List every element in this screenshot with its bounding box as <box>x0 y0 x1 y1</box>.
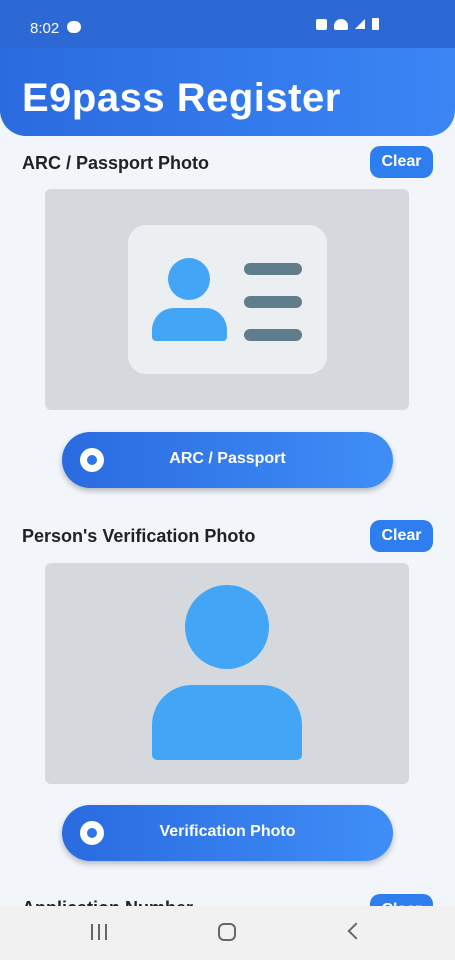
verification-section-title: Person's Verification Photo <box>22 526 256 546</box>
recent-apps-icon[interactable] <box>91 924 107 940</box>
arc-passport-section-title: ARC / Passport Photo <box>22 153 210 173</box>
system-navigation-bar <box>0 906 455 960</box>
page-title: E9pass Register <box>22 76 341 120</box>
card-line <box>244 263 302 275</box>
card-avatar-body <box>152 308 227 341</box>
status-bar: 8:02 <box>0 0 455 48</box>
card-avatar-head <box>168 258 210 300</box>
person-icon-head <box>185 585 269 669</box>
verification-photo-button-label: Verification Photo <box>159 823 296 840</box>
arc-passport-button[interactable]: ARC / Passport <box>62 432 393 488</box>
back-icon[interactable] <box>347 922 365 940</box>
wifi-icon <box>334 18 348 30</box>
battery-icon <box>372 18 379 30</box>
status-icons <box>316 18 379 30</box>
arc-passport-button-label: ARC / Passport <box>169 450 286 467</box>
verification-photo-placeholder[interactable] <box>45 563 409 784</box>
card-line <box>244 296 302 308</box>
id-card-icon <box>128 225 327 374</box>
person-icon-body <box>152 685 302 760</box>
app-header: E9pass Register <box>0 48 455 136</box>
clear-verification-button[interactable]: Clear <box>370 520 433 552</box>
verification-photo-button[interactable]: Verification Photo <box>62 805 393 861</box>
message-notification-icon <box>67 21 81 33</box>
card-line <box>244 329 302 341</box>
mute-icon <box>316 18 327 30</box>
arc-photo-placeholder[interactable] <box>45 189 409 410</box>
signal-icon <box>355 19 365 29</box>
clear-arc-button[interactable]: Clear <box>370 146 433 178</box>
home-icon[interactable] <box>218 923 236 941</box>
status-time: 8:02 <box>30 20 60 37</box>
